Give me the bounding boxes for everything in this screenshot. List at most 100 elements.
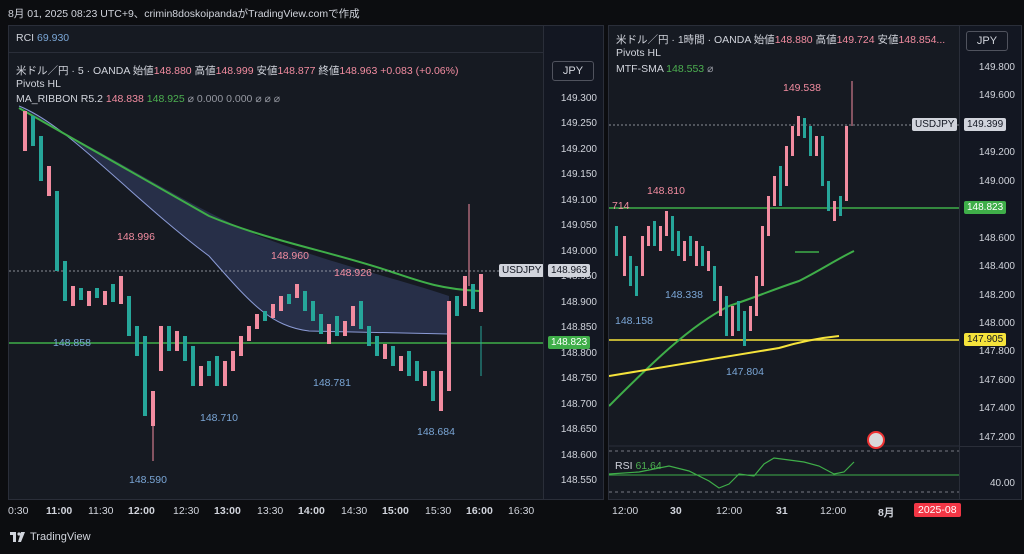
time-tick: 15:00 bbox=[382, 505, 409, 517]
right-ohlc-legend: 米ドル／円 · 1時間 · OANDA 始値148.880 高値149.724 … bbox=[616, 32, 945, 47]
sma-label: MTF-SMA bbox=[616, 63, 664, 75]
pivot-label: 148.781 bbox=[313, 377, 351, 389]
price-tick: 149.250 bbox=[560, 118, 597, 129]
price-tick: 147.800 bbox=[978, 346, 1015, 357]
symbol-tag: USDJPY bbox=[499, 264, 545, 277]
time-tick: 31 bbox=[776, 505, 788, 517]
price-tick: 149.600 bbox=[978, 90, 1015, 101]
pivot-label: 148.926 bbox=[334, 267, 372, 279]
currency-button[interactable]: JPY bbox=[966, 31, 1008, 51]
time-tick: 12:00 bbox=[716, 505, 743, 517]
right-symbol[interactable]: 米ドル／円 · 1時間 · OANDA bbox=[616, 34, 751, 46]
left-pivots-legend[interactable]: Pivots HL bbox=[16, 78, 61, 90]
high-value: 149.724 bbox=[836, 34, 875, 46]
ribbon-value-4: 0.000 bbox=[226, 93, 253, 105]
price-tick: 149.200 bbox=[560, 144, 597, 155]
right-chart-canvas bbox=[609, 81, 960, 493]
time-tick: 0:30 bbox=[8, 505, 29, 517]
price-tick: 148.600 bbox=[560, 450, 597, 461]
low-label: 安値 bbox=[877, 34, 899, 46]
open-label: 始値 bbox=[753, 34, 775, 46]
current-price-tag: 148.963 bbox=[548, 264, 591, 277]
time-tick: 30 bbox=[670, 505, 682, 517]
pivot-label: 149.538 bbox=[783, 82, 821, 94]
price-tick: 149.800 bbox=[978, 62, 1015, 73]
pivot-label: 148.338 bbox=[665, 289, 703, 301]
price-tick: 148.800 bbox=[560, 348, 597, 359]
tradingview-brand-text: TradingView bbox=[30, 531, 91, 543]
price-tick: 148.400 bbox=[978, 261, 1015, 272]
price-tick: 148.850 bbox=[560, 322, 597, 333]
sma-value: 148.553 bbox=[666, 63, 705, 75]
close-label: 終値 bbox=[318, 65, 340, 77]
time-tick: 13:00 bbox=[214, 505, 241, 517]
price-tick: 148.600 bbox=[978, 233, 1015, 244]
yellow-line-price-tag: 147.905 bbox=[964, 333, 1007, 346]
tradingview-logo[interactable]: TradingView bbox=[10, 531, 91, 543]
price-tick: 149.150 bbox=[560, 169, 597, 180]
open-value: 148.880 bbox=[774, 34, 813, 46]
price-tick: 148.000 bbox=[978, 318, 1015, 329]
green-line-price-tag: 148.823 bbox=[548, 336, 591, 349]
time-tick: 14:00 bbox=[298, 505, 325, 517]
price-tick: 147.600 bbox=[978, 375, 1015, 386]
time-tick: 12:00 bbox=[128, 505, 155, 517]
high-value: 148.999 bbox=[215, 65, 254, 77]
symbol-tag: USDJPY bbox=[912, 118, 958, 131]
rci-label: RCI bbox=[16, 32, 35, 44]
rsi-tick: 40.00 bbox=[989, 478, 1015, 489]
time-tick: 15:30 bbox=[425, 505, 452, 517]
rci-legend[interactable]: RCI 69.930 bbox=[16, 32, 69, 44]
time-tick: 13:30 bbox=[257, 505, 284, 517]
tradingview-logo-icon bbox=[10, 532, 26, 543]
rci-value: 69.930 bbox=[37, 32, 70, 44]
right-chart-panel[interactable]: 米ドル／円 · 1時間 · OANDA 始値148.880 高値149.724 … bbox=[608, 25, 961, 500]
rsi-label: RSI bbox=[615, 460, 633, 472]
time-tick: 12:00 bbox=[820, 505, 847, 517]
ma-ribbon-legend[interactable]: MA_RIBBON R5.2 148.838 148.925 ⌀ 0.000 0… bbox=[16, 93, 280, 105]
currency-button[interactable]: JPY bbox=[552, 61, 594, 81]
high-label: 高値 bbox=[194, 65, 216, 77]
rsi-value: 61.64 bbox=[635, 460, 662, 472]
price-tick: 148.750 bbox=[560, 373, 597, 384]
price-tick: 148.200 bbox=[978, 290, 1015, 301]
change-value: +0.083 (+0.06%) bbox=[380, 65, 459, 77]
pivot-label: 148.590 bbox=[129, 474, 167, 486]
left-price-axis[interactable]: JPY 149.300 149.250 149.200 149.150 149.… bbox=[543, 25, 604, 500]
ribbon-null-icon: ⌀ bbox=[187, 93, 194, 105]
open-label: 始値 bbox=[132, 65, 154, 77]
pivot-label: 148.158 bbox=[615, 315, 653, 327]
low-value: 148.877 bbox=[277, 65, 316, 77]
right-price-axis[interactable]: JPY 149.800 149.600 149.200 149.000 148.… bbox=[959, 25, 1022, 500]
pivot-label: 714 bbox=[612, 200, 630, 212]
right-pivots-legend[interactable]: Pivots HL bbox=[616, 47, 661, 59]
time-tick: 11:30 bbox=[88, 505, 114, 517]
price-tick: 149.000 bbox=[978, 176, 1015, 187]
pivot-label: 148.684 bbox=[417, 426, 455, 438]
price-tick: 148.650 bbox=[560, 424, 597, 435]
time-tick: 11:00 bbox=[46, 505, 73, 517]
us-flag-event-icon[interactable] bbox=[867, 431, 885, 449]
left-ohlc-legend: 米ドル／円 · 5 · OANDA 始値148.880 高値148.999 安値… bbox=[16, 63, 458, 78]
pane-divider bbox=[9, 52, 544, 53]
time-tick: 12:00 bbox=[612, 505, 639, 517]
chart-header-text: 8月 01, 2025 08:23 UTC+9、crimin8doskoipan… bbox=[8, 8, 360, 20]
ribbon-value-3: 0.000 bbox=[196, 93, 224, 105]
pivot-label: 148.996 bbox=[117, 231, 155, 243]
left-chart-panel[interactable]: RCI 69.930 米ドル／円 · 5 · OANDA 始値148.880 高… bbox=[8, 25, 545, 500]
high-label: 高値 bbox=[815, 34, 837, 46]
sma-null-icon: ⌀ bbox=[707, 63, 714, 75]
pivot-label: 148.810 bbox=[647, 185, 685, 197]
price-tick: 147.200 bbox=[978, 432, 1015, 443]
current-price-tag: 149.399 bbox=[964, 118, 1007, 131]
close-value: 148.963 bbox=[339, 65, 378, 77]
mtf-sma-legend[interactable]: MTF-SMA 148.553 ⌀ bbox=[616, 63, 713, 75]
rsi-legend[interactable]: RSI 61.64 bbox=[615, 460, 662, 472]
price-tick: 148.700 bbox=[560, 399, 597, 410]
left-symbol[interactable]: 米ドル／円 · 5 · OANDA bbox=[16, 65, 130, 77]
price-tick: 149.200 bbox=[978, 147, 1015, 158]
ribbon-null-icons: ⌀ ⌀ ⌀ bbox=[255, 93, 281, 105]
time-tick: 16:00 bbox=[466, 505, 493, 517]
time-tick: 14:30 bbox=[341, 505, 368, 517]
green-line-price-tag: 148.823 bbox=[964, 201, 1007, 214]
